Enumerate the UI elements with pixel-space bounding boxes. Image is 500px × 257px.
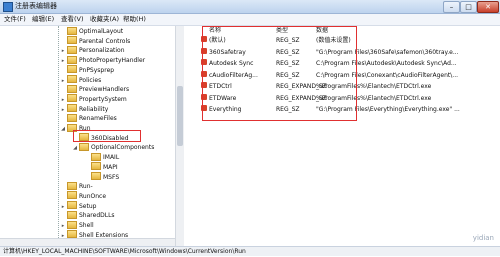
tree-item[interactable]: Run-: [60, 181, 93, 191]
tree-item-label: Parental Controls: [79, 37, 131, 45]
folder-icon: [67, 191, 77, 200]
close-button[interactable]: ✕: [477, 1, 499, 13]
title-bar: 注册表编辑器 – □ ✕: [0, 0, 500, 14]
folder-icon: [91, 162, 101, 171]
tree-item-label: PreviewHandlers: [79, 86, 130, 94]
tree-expander-icon[interactable]: ▸: [60, 47, 66, 56]
tree-expander-icon[interactable]: ◢: [60, 125, 66, 134]
tree-item[interactable]: MSFS: [84, 172, 120, 182]
tree-item[interactable]: ◢ OptionalComponents: [72, 142, 155, 153]
tree-item-label: PropertySystem: [79, 95, 127, 103]
status-bar: 计算机\HKEY_LOCAL_MACHINE\SOFTWARE\Microsof…: [0, 246, 500, 256]
tree-item-label: Personalization: [79, 47, 125, 55]
folder-icon: [67, 36, 77, 45]
tree-item-label: Setup: [79, 202, 97, 210]
folder-icon: [67, 55, 77, 64]
tree-item-label: Run-: [79, 183, 93, 191]
tree-scroll-thumb[interactable]: [177, 86, 183, 146]
tree-item[interactable]: Parental Controls: [60, 36, 131, 46]
tree-item-label: Policies: [79, 76, 102, 84]
menu-edit[interactable]: 编辑(E): [32, 14, 54, 25]
tree-item[interactable]: SharedDLLs: [60, 210, 115, 220]
folder-icon: [67, 94, 77, 103]
tree-item[interactable]: MAPI: [84, 162, 118, 172]
tree-item-label: IMAIL: [103, 154, 120, 162]
menu-view[interactable]: 查看(V): [61, 14, 84, 25]
tree-item[interactable]: RunOnce: [60, 191, 107, 201]
folder-icon: [67, 26, 77, 35]
tree-expander-icon[interactable]: ◢: [72, 144, 78, 153]
tree-item-label: PhotoPropertyHandler: [79, 57, 146, 65]
folder-icon: [67, 75, 77, 83]
menu-file[interactable]: 文件(F): [4, 14, 26, 25]
folder-icon: [67, 181, 77, 190]
folder-icon: [91, 172, 101, 180]
watermark: yidian: [472, 234, 494, 242]
tree-expander-icon[interactable]: ▸: [60, 222, 66, 231]
folder-icon: [67, 230, 77, 239]
tree-item[interactable]: OptimalLayout: [60, 26, 124, 36]
folder-icon: [67, 201, 77, 210]
tree-item-label: RunOnce: [79, 192, 107, 200]
tree-item-label: Reliability: [79, 105, 109, 113]
tree-expander-icon[interactable]: ▸: [60, 57, 66, 66]
tree-item[interactable]: ▸ PropertySystem: [60, 94, 127, 105]
tree-item-label: OptimalLayout: [79, 28, 124, 35]
folder-icon: [67, 104, 77, 113]
tree-item-label: MSFS: [103, 173, 120, 181]
minimize-button[interactable]: –: [443, 1, 460, 13]
tree-item[interactable]: PreviewHandlers: [60, 84, 130, 94]
tree-item[interactable]: RenameFiles: [60, 113, 117, 123]
tree-item-label: Shell: [79, 222, 94, 229]
tree-expander-icon[interactable]: ▸: [60, 96, 66, 105]
tree-expander-icon[interactable]: ▸: [60, 203, 66, 212]
window-title: 注册表编辑器: [15, 2, 57, 10]
tree-item[interactable]: IMAIL: [84, 152, 120, 162]
tree-vertical-scrollbar[interactable]: [175, 26, 184, 246]
tree-item[interactable]: ▸ Shell: [60, 220, 94, 231]
tree-item[interactable]: PnPSysprep: [60, 65, 115, 75]
tree-item[interactable]: ▸ Setup: [60, 201, 97, 212]
values-pane: 名称 类型 数据 (默认) REG_SZ (数值未设置) 360Safetray REG…: [184, 26, 500, 246]
tree-item-label: MAPI: [103, 163, 118, 171]
tree-item-label: RenameFiles: [79, 115, 117, 123]
tree-item[interactable]: ▸ PhotoPropertyHandler: [60, 55, 146, 66]
folder-icon: [67, 65, 77, 74]
tree-item-label: PnPSysprep: [79, 66, 115, 74]
folder-icon: [79, 142, 89, 151]
maximize-button[interactable]: □: [460, 1, 477, 13]
tree-expander-icon[interactable]: ▸: [60, 106, 66, 115]
folder-icon: [91, 152, 101, 161]
folder-icon: [67, 84, 77, 93]
tree-item[interactable]: ▸ Personalization: [60, 45, 125, 56]
regedit-app-icon: [3, 2, 13, 12]
folder-icon: [67, 210, 77, 219]
folder-icon: [67, 113, 77, 122]
selected-key-highlight-box: [73, 130, 141, 142]
registry-tree: OptimalLayout Parental Controls ▸ Personali…: [0, 26, 184, 246]
tree-expander-icon[interactable]: ▸: [60, 77, 66, 86]
menu-bar: 文件(F) 编辑(E) 查看(V) 收藏夹(A) 帮助(H): [0, 14, 500, 26]
folder-icon: [67, 45, 77, 54]
tree-item-label: SharedDLLs: [79, 212, 115, 220]
values-highlight-box: [202, 26, 357, 121]
menu-help[interactable]: 帮助(H): [123, 14, 146, 25]
tree-item-label: OptionalComponents: [91, 144, 155, 152]
tree-item[interactable]: ▸ Policies: [60, 75, 102, 86]
tree-guide-line: [58, 26, 59, 240]
tree-item[interactable]: ▸ Reliability: [60, 104, 109, 115]
folder-icon: [67, 220, 77, 229]
menu-favorites[interactable]: 收藏夹(A): [90, 14, 119, 25]
